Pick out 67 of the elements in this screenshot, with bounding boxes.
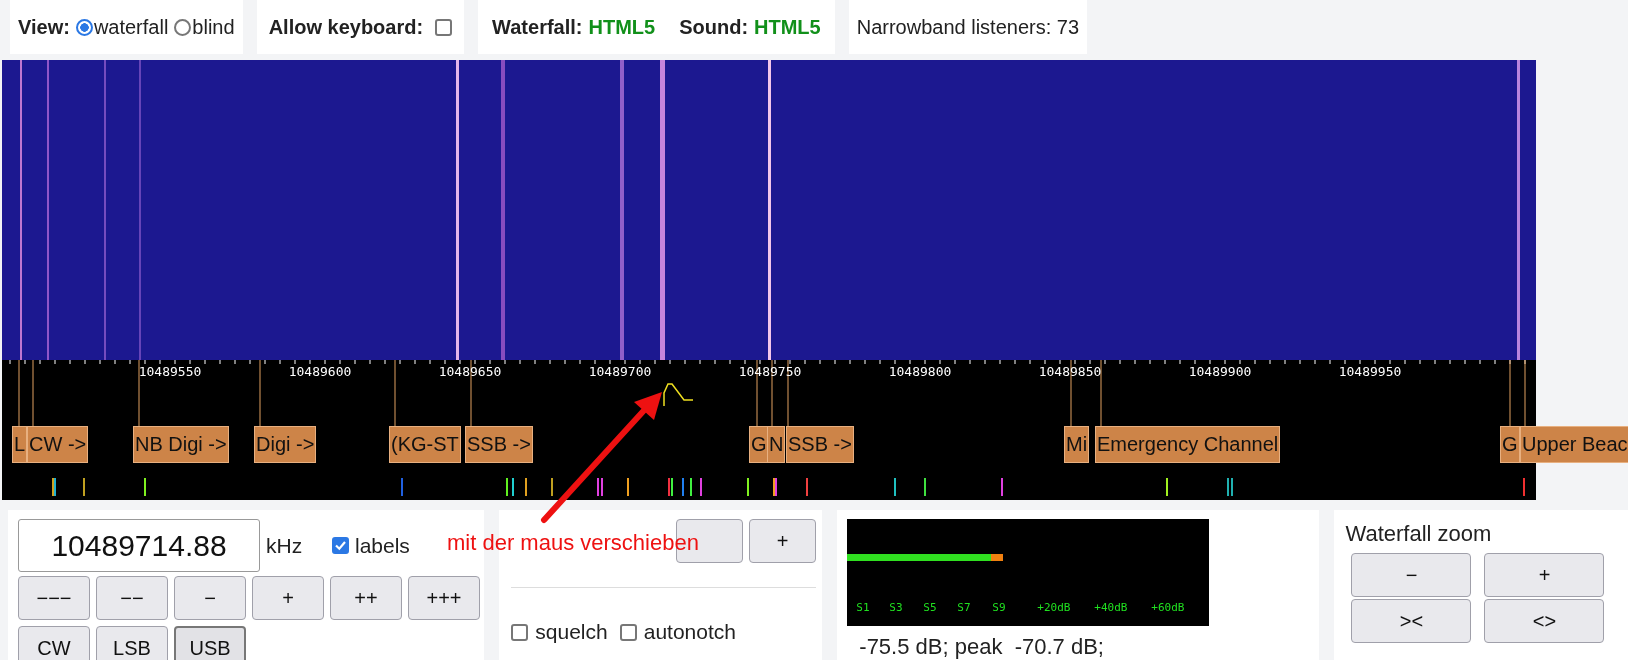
band-label[interactable]: Mi: [1064, 426, 1090, 463]
keyboard-label: Allow keyboard:: [268, 15, 424, 39]
step-button[interactable]: −−: [96, 576, 168, 620]
step-button[interactable]: −−−: [18, 576, 90, 620]
status-label: Sound:: [679, 15, 749, 39]
band-label[interactable]: SSB ->: [786, 426, 854, 463]
band-label[interactable]: SSB ->: [465, 426, 533, 463]
meter-scale-label: S7: [957, 601, 971, 614]
radio-label: waterfall: [93, 15, 169, 39]
band-label[interactable]: Digi ->: [254, 426, 317, 463]
zoom-title: Waterfall zoom: [1345, 521, 1493, 547]
band-label[interactable]: CW ->: [27, 426, 89, 463]
checkbox[interactable]: [435, 18, 453, 36]
meter-scale-label: S1: [856, 601, 870, 614]
frequency-tick: 10489850: [1038, 364, 1102, 379]
radio-label: blind: [192, 15, 235, 39]
unit-label: kHz: [266, 533, 304, 558]
zoom-button[interactable]: +: [1484, 553, 1605, 597]
frequency-tick: 10489700: [588, 364, 652, 379]
passband-marker[interactable]: [663, 383, 694, 407]
step-button[interactable]: +: [252, 576, 324, 620]
mode-button[interactable]: CW: [18, 626, 90, 660]
status-value: HTML5: [588, 15, 656, 39]
radio-button[interactable]: [174, 18, 192, 36]
radio-button[interactable]: [75, 18, 93, 36]
view-label: View:: [18, 15, 70, 39]
zoom-button[interactable]: −: [1351, 553, 1472, 597]
frequency-field[interactable]: 10489714.88: [18, 519, 260, 572]
checkbox[interactable]: [511, 623, 529, 641]
frequency-tick: 10489550: [138, 364, 202, 379]
listeners-count: Narrowband listeners: 73: [856, 15, 1080, 39]
hint-text: mit der maus verschieben: [447, 530, 699, 556]
checkbox-label: autonotch: [643, 620, 736, 644]
zoom-button[interactable]: ><: [1351, 599, 1472, 643]
signal-reading: -75.5 dB; peak -70.7 dB;: [859, 634, 1105, 660]
checkbox-label: labels: [355, 533, 410, 558]
zoom-button[interactable]: <>: [1484, 599, 1605, 643]
checkbox-label: squelch: [535, 620, 608, 644]
frequency-tick: 10489650: [438, 364, 502, 379]
frequency-tick: 10489950: [1338, 364, 1402, 379]
checkbox[interactable]: [332, 537, 349, 554]
meter-scale-label: S3: [889, 601, 903, 614]
frequency-tick: 10489750: [738, 364, 802, 379]
band-label[interactable]: (KG-ST: [389, 426, 461, 463]
band-label[interactable]: NB Digi ->: [133, 426, 229, 463]
step-button[interactable]: −: [174, 576, 246, 620]
mode-button[interactable]: LSB: [96, 626, 168, 660]
band-label[interactable]: L: [12, 426, 28, 463]
status-label: Waterfall:: [492, 15, 583, 39]
frequency-tick: 10489900: [1188, 364, 1252, 379]
band-label[interactable]: G: [1500, 426, 1520, 463]
band-label[interactable]: N: [767, 426, 786, 463]
status-value: HTML5: [754, 15, 821, 39]
meter-scale-label: S5: [923, 601, 937, 614]
band-label[interactable]: Upper Beac: [1520, 426, 1628, 463]
meter-scale-label: S9: [992, 601, 1006, 614]
frequency-tick: 10489600: [288, 364, 352, 379]
band-label[interactable]: Emergency Channel: [1095, 426, 1281, 463]
meter-scale-label: +60dB: [1151, 601, 1185, 614]
meter-scale-label: +40dB: [1094, 601, 1128, 614]
frequency-tick: 10489800: [888, 364, 952, 379]
checkbox[interactable]: [619, 623, 637, 641]
mode-button[interactable]: USB: [174, 626, 246, 660]
meter-scale-label: +20dB: [1037, 601, 1071, 614]
filter-wider-button[interactable]: +: [749, 519, 817, 563]
step-button[interactable]: ++: [330, 576, 402, 620]
step-button[interactable]: +++: [408, 576, 480, 620]
